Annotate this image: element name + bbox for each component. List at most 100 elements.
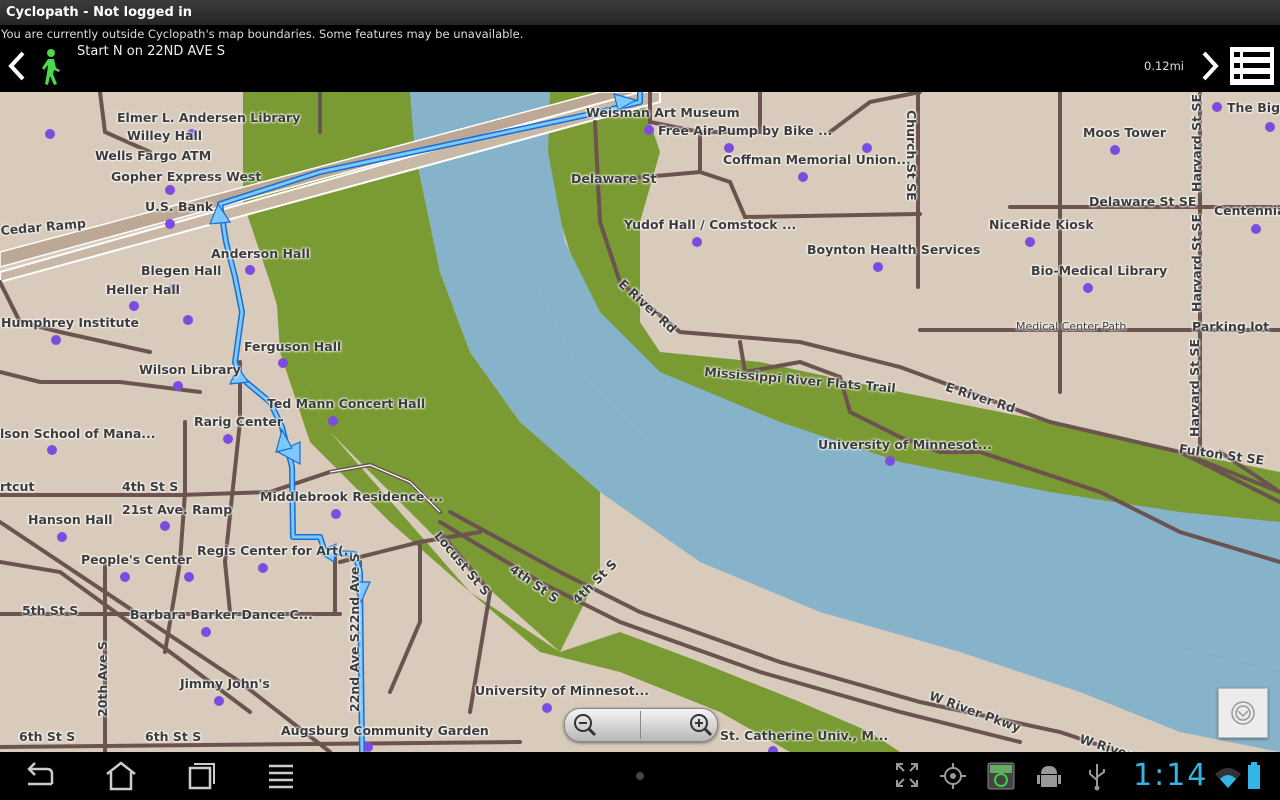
label-rarig-center[interactable]: Rarig Center <box>194 415 283 429</box>
label-augsburg-garden[interactable]: Augsburg Community Garden <box>281 724 489 738</box>
poi-marker <box>165 219 175 229</box>
label-weisman-art-museum[interactable]: Weisman Art Museum <box>586 106 740 120</box>
poi-marker <box>363 742 373 752</box>
poi-marker <box>1212 102 1222 112</box>
poi-marker <box>214 696 224 706</box>
map-canvas[interactable] <box>0 92 1280 752</box>
label-heller-hall[interactable]: Heller Hall <box>106 283 180 297</box>
recenter-button[interactable] <box>1218 688 1268 738</box>
label-umn-west-bank[interactable]: University of Minnesot... <box>475 684 649 698</box>
zoom-in-button[interactable] <box>641 709 717 741</box>
back-button[interactable] <box>20 760 60 792</box>
fullscreen-icon <box>896 763 918 787</box>
label-wells-fargo-atm[interactable]: Wells Fargo ATM <box>95 149 211 163</box>
poi-marker <box>644 125 654 135</box>
android-debug-status <box>1029 760 1069 792</box>
label-umn-east-bank[interactable]: University of Minnesot... <box>818 438 992 452</box>
label-22nd-ave-north: 22nd Ave S <box>347 553 362 632</box>
map-view[interactable]: Elmer L. Andersen Library Willey Hall We… <box>0 92 1280 752</box>
poi-marker <box>692 237 702 247</box>
zoom-out-button[interactable] <box>565 709 641 741</box>
label-parking-lot[interactable]: Parking lot <box>1192 320 1269 334</box>
home-button[interactable] <box>101 760 141 792</box>
chevron-right-icon <box>1202 51 1219 81</box>
poi-marker <box>245 265 255 275</box>
label-hanson-hall[interactable]: Hanson Hall <box>28 513 113 527</box>
poi-marker <box>183 315 193 325</box>
label-biomedical-library[interactable]: Bio-Medical Library <box>1031 264 1167 278</box>
label-niceride-kiosk[interactable]: NiceRide Kiosk <box>989 218 1094 232</box>
gps-status <box>933 760 973 792</box>
label-wilson-library[interactable]: Wilson Library <box>139 363 241 377</box>
usb-status <box>1077 760 1117 792</box>
gps-icon <box>940 763 966 789</box>
label-jimmy-johns[interactable]: Jimmy John's <box>180 677 270 691</box>
recent-apps-button[interactable] <box>181 760 221 792</box>
label-21st-ave-ramp[interactable]: 21st Ave. Ramp <box>122 503 232 517</box>
previous-step-button[interactable] <box>2 47 32 85</box>
label-boynton-health[interactable]: Boynton Health Services <box>807 243 980 257</box>
road-campus-f <box>388 540 422 694</box>
label-st-catherine[interactable]: St. Catherine Univ., M... <box>720 729 888 743</box>
zoom-control <box>564 708 718 742</box>
battery-icon <box>1247 762 1261 790</box>
menu-button[interactable] <box>262 760 302 792</box>
poi-marker <box>1025 237 1035 247</box>
poi-marker <box>51 335 61 345</box>
recenter-icon <box>1231 701 1255 725</box>
boundary-notice: You are currently outside Cyclopath's ma… <box>1 27 524 41</box>
step-distance: 0.12mi <box>1144 59 1185 73</box>
directions-list-button[interactable] <box>1229 46 1275 86</box>
direction-step: Start N on 22ND AVE S <box>77 44 226 59</box>
label-coffman-union[interactable]: Coffman Memorial Union... <box>723 153 911 167</box>
poi-marker <box>184 572 194 582</box>
label-gopher-express[interactable]: Gopher Express West <box>111 170 261 184</box>
cyclopath-app-icon <box>987 762 1015 790</box>
label-regis-center[interactable]: Regis Center for Art(... <box>197 544 358 558</box>
label-willey-hall[interactable]: Willey Hall <box>127 129 202 143</box>
poi-marker <box>129 301 139 311</box>
label-free-air-pump[interactable]: Free Air Pump by Bike ... <box>658 124 832 138</box>
poi-marker <box>885 456 895 466</box>
label-us-bank[interactable]: U.S. Bank <box>145 200 213 214</box>
label-peoples-center[interactable]: People's Center <box>81 553 192 567</box>
poi-marker <box>331 509 341 519</box>
label-the-big[interactable]: The Big <box>1227 101 1280 115</box>
label-medical-center-path: Medical Center Path <box>1016 320 1127 333</box>
status-clock: 1:14 <box>1133 758 1209 793</box>
poi-marker <box>160 521 170 531</box>
label-ferguson-hall[interactable]: Ferguson Hall <box>244 340 341 354</box>
directions-bar: You are currently outside Cyclopath's ma… <box>0 25 1280 92</box>
label-20th-ave: 20th Ave S <box>95 641 110 717</box>
label-carlson-school[interactable]: lson School of Mana... <box>0 427 156 441</box>
nav-dot <box>636 772 644 780</box>
poi-marker <box>278 358 288 368</box>
next-step-button[interactable] <box>1196 47 1226 85</box>
label-anderson-hall[interactable]: Anderson Hall <box>211 247 310 261</box>
label-blegen-hall[interactable]: Blegen Hall <box>141 264 221 278</box>
poi-marker <box>1265 122 1275 132</box>
label-ted-mann[interactable]: Ted Mann Concert Hall <box>267 397 425 411</box>
label-centennial[interactable]: Centennial <box>1214 204 1280 218</box>
label-harvard-st-2: Harvard St SE <box>1189 214 1204 312</box>
road-6th-st <box>0 740 522 749</box>
label-yudof-hall[interactable]: Yudof Hall / Comstock ... <box>624 218 796 232</box>
poi-marker <box>542 703 552 713</box>
label-elmer-library[interactable]: Elmer L. Andersen Library <box>117 111 300 125</box>
label-middlebrook[interactable]: Middlebrook Residence ... <box>260 490 443 504</box>
label-delaware-st-se: Delaware St SE <box>1089 194 1197 209</box>
label-humphrey-institute[interactable]: Humphrey Institute <box>1 316 139 330</box>
zoom-out-icon <box>574 714 597 737</box>
label-barbara-barker[interactable]: Barbara Barker Dance C... <box>130 608 313 622</box>
label-4th-st: 4th St S <box>122 479 179 494</box>
system-nav-bar: 1:14 <box>0 752 1280 800</box>
label-moos-tower[interactable]: Moos Tower <box>1083 126 1166 140</box>
poi-marker <box>201 627 211 637</box>
walker-icon <box>36 48 66 86</box>
android-icon <box>1037 766 1061 787</box>
poi-marker <box>873 262 883 272</box>
poi-marker <box>173 381 183 391</box>
poi-marker <box>45 129 55 139</box>
road-campus-b <box>222 360 242 614</box>
poi-marker <box>1083 283 1093 293</box>
